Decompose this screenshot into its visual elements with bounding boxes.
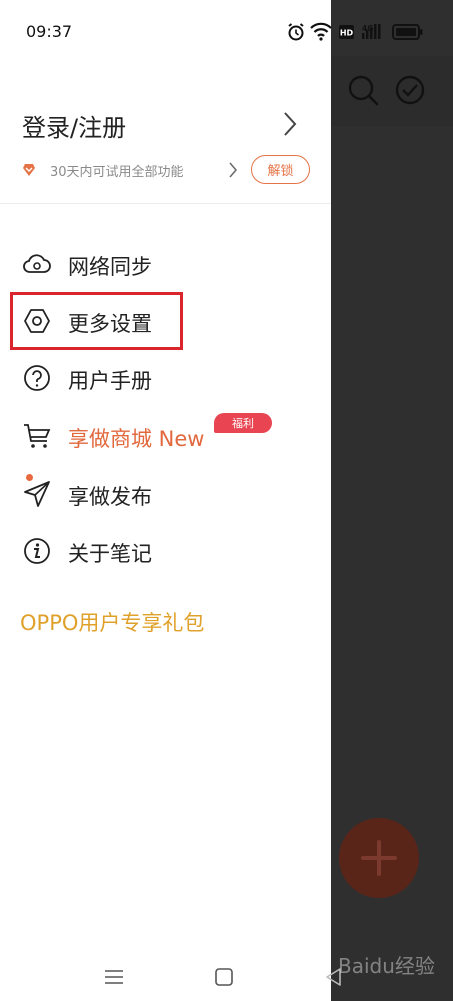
annotation-highlight-box: [10, 292, 183, 350]
menu-item-label: 享做商城 New: [68, 427, 205, 451]
home-icon[interactable]: [212, 965, 236, 989]
add-note-button[interactable]: [339, 818, 419, 898]
side-drawer: 登录/注册 30天内可试用全部功能 解锁 网络同步 更多设置 用户手册 享做商城…: [0, 0, 331, 1001]
watermark-text: Baidu经验: [338, 954, 435, 978]
cart-icon: [22, 421, 52, 451]
help-circle-icon: [22, 363, 52, 393]
svg-text:HD: HD: [340, 29, 354, 38]
4g-signal-icon: 4G: [362, 24, 381, 39]
alarm-icon: [288, 23, 304, 41]
check-circle-icon: [394, 74, 426, 106]
chevron-right-icon: [228, 161, 238, 183]
trial-text: 30天内可试用全部功能: [50, 165, 184, 180]
chevron-right-icon[interactable]: [282, 110, 298, 142]
battery-icon: [392, 24, 423, 40]
unlock-button[interactable]: 解锁: [251, 155, 310, 184]
status-icons: HD 4G: [288, 22, 423, 41]
hd-icon: HD: [339, 25, 354, 39]
diamond-icon: [22, 162, 36, 181]
wifi-icon: [310, 22, 332, 41]
trial-row[interactable]: 30天内可试用全部功能 解锁: [22, 155, 312, 185]
notification-dot: [26, 474, 33, 481]
menu-item-label: 关于笔记: [68, 542, 152, 566]
menu-item-label: 享做发布: [68, 485, 152, 509]
cloud-sync-icon: [22, 249, 52, 279]
send-icon: [22, 479, 52, 509]
login-register-link[interactable]: 登录/注册: [22, 108, 126, 143]
search-icon: [347, 74, 379, 106]
menu-item-label: 用户手册: [68, 369, 152, 393]
oppo-gift-link[interactable]: OPPO用户专享礼包: [20, 607, 204, 637]
menu-item-cloud-sync[interactable]: 网络同步: [22, 243, 312, 283]
welfare-badge: 福利: [214, 413, 272, 433]
plus-icon: [361, 840, 397, 876]
menu-item-label: 网络同步: [68, 255, 152, 279]
menu-icon[interactable]: [102, 965, 126, 989]
menu-item-user-manual[interactable]: 用户手册: [22, 357, 312, 397]
divider: [0, 203, 331, 204]
info-circle-icon: [22, 536, 52, 566]
menu-item-publish[interactable]: 享做发布: [22, 473, 312, 513]
menu-item-about[interactable]: 关于笔记: [22, 530, 312, 570]
